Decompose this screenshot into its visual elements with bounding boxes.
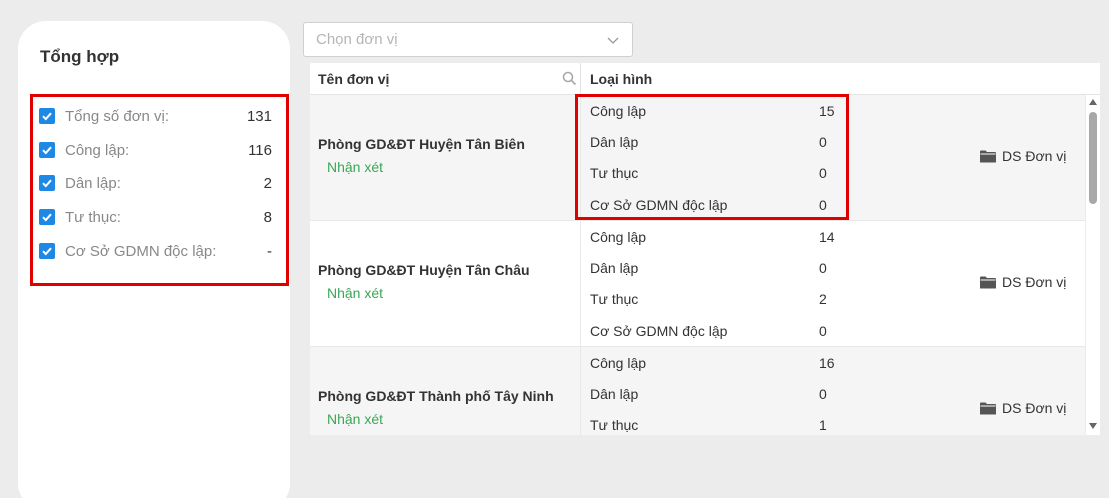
type-label: Tư thục [590,165,639,181]
check-icon [42,112,52,121]
type-value: 0 [819,386,827,402]
summary-row-public[interactable]: Công lập: 116 [39,139,272,161]
checkbox-public[interactable] [39,142,55,158]
summary-row-civic[interactable]: Dân lập: 2 [39,172,272,194]
column-divider [580,347,581,435]
unit-list-label: DS Đơn vị [1002,400,1067,416]
folder-icon [980,402,996,414]
folder-icon [980,150,996,162]
type-value: 16 [819,355,835,371]
type-line: Công lập 15 [590,103,850,123]
type-value: 0 [819,323,827,339]
type-value: 0 [819,165,827,181]
table-header: Tên đơn vị Loại hình [310,63,1100,95]
table-row: Phòng GD&ĐT Huyện Tân Biên Nhận xét Công… [310,95,1085,221]
type-line: Công lập 14 [590,229,850,249]
type-value: 14 [819,229,835,245]
unit-name: Phòng GD&ĐT Thành phố Tây Ninh [318,388,554,404]
summary-value: - [267,242,272,260]
comment-link[interactable]: Nhận xét [327,285,383,301]
type-line: Công lập 16 [590,355,850,375]
type-label: Công lập [590,229,647,245]
summary-value: 116 [248,141,272,159]
summary-row-independent[interactable]: Cơ Sở GDMN độc lập: - [39,240,272,262]
chevron-down-icon [607,37,619,44]
unit-name: Phòng GD&ĐT Huyện Tân Biên [318,136,525,152]
scroll-down-icon[interactable] [1089,423,1097,429]
type-value: 0 [819,260,827,276]
type-line: Dân lập 0 [590,134,850,154]
scroll-thumb[interactable] [1089,112,1097,204]
summary-value: 2 [263,174,272,192]
type-label: Dân lập [590,386,639,402]
type-line: Cơ Sở GDMN độc lập 0 [590,197,850,217]
checkbox-independent[interactable] [39,243,55,259]
scroll-up-icon[interactable] [1089,99,1097,105]
type-value: 15 [819,103,835,119]
table-body: Phòng GD&ĐT Huyện Tân Biên Nhận xét Công… [310,95,1085,435]
summary-highlight-box: Tổng số đơn vị: 131 Công lập: 116 Dân lậ… [30,94,289,286]
unit-list-link[interactable]: DS Đơn vị [980,400,1066,416]
column-divider [580,95,581,221]
type-value: 1 [819,417,827,433]
type-value: 2 [819,291,827,307]
type-label: Công lập [590,355,647,371]
column-divider [580,63,581,95]
summary-label: Công lập: [65,141,130,159]
type-label: Dân lập [590,260,639,276]
checkbox-total[interactable] [39,108,55,124]
table-row: Phòng GD&ĐT Huyện Tân Châu Nhận xét Công… [310,221,1085,347]
summary-label: Dân lập: [65,174,121,192]
type-line: Tư thục 0 [590,165,850,185]
checkbox-civic[interactable] [39,175,55,191]
type-line: Tư thục 1 [590,417,850,435]
type-label: Tư thục [590,291,639,307]
summary-value: 8 [263,208,272,226]
summary-card: Tổng hợp Tổng số đơn vị: 131 Công lập: 1… [18,21,290,498]
unit-list-link[interactable]: DS Đơn vị [980,148,1066,164]
folder-icon [980,276,996,288]
type-label: Cơ Sở GDMN độc lập [590,197,728,213]
check-icon [42,146,52,155]
comment-link[interactable]: Nhận xét [327,159,383,175]
table-row: Phòng GD&ĐT Thành phố Tây Ninh Nhận xét … [310,347,1085,435]
unit-list-label: DS Đơn vị [1002,148,1067,164]
unit-name: Phòng GD&ĐT Huyện Tân Châu [318,262,530,278]
comment-link[interactable]: Nhận xét [327,411,383,427]
check-icon [42,247,52,256]
summary-row-total[interactable]: Tổng số đơn vị: 131 [39,105,272,127]
type-line: Cơ Sở GDMN độc lập 0 [590,323,850,343]
summary-label: Tư thục: [65,208,121,226]
type-label: Cơ Sở GDMN độc lập [590,323,728,339]
type-line: Tư thục 2 [590,291,850,311]
table-scrollbar[interactable] [1086,95,1100,435]
unit-list-label: DS Đơn vị [1002,274,1067,290]
type-line: Dân lập 0 [590,260,850,280]
summary-label: Cơ Sở GDMN độc lập: [65,242,217,260]
summary-value: 131 [246,107,272,125]
check-icon [42,179,52,188]
summary-label: Tổng số đơn vị: [65,107,170,125]
search-icon[interactable] [562,71,577,86]
type-line: Dân lập 0 [590,386,850,406]
column-header-type: Loại hình [590,71,653,87]
unit-select-placeholder: Chọn đơn vị [316,31,398,48]
summary-title: Tổng hợp [40,47,120,66]
type-value: 0 [819,197,827,213]
unit-list-link[interactable]: DS Đơn vị [980,274,1066,290]
type-label: Công lập [590,103,647,119]
type-label: Tư thục [590,417,639,433]
column-divider [580,221,581,347]
check-icon [42,213,52,222]
type-value: 0 [819,134,827,150]
summary-row-private[interactable]: Tư thục: 8 [39,206,272,228]
checkbox-private[interactable] [39,209,55,225]
type-label: Dân lập [590,134,639,150]
column-header-name: Tên đơn vị [318,71,390,87]
unit-select[interactable]: Chọn đơn vị [303,22,633,57]
